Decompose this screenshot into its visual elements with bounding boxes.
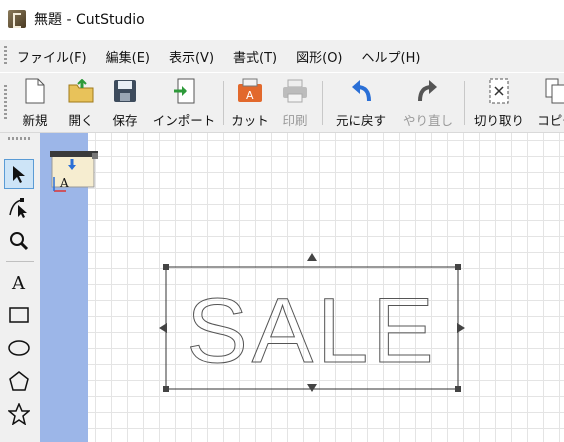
svg-text:A: A bbox=[11, 273, 26, 292]
tool-palette: A bbox=[0, 133, 40, 442]
rectangle-icon bbox=[9, 307, 29, 323]
title-bar: 無題 - CutStudio bbox=[0, 0, 564, 38]
redo-button[interactable]: やり直し bbox=[402, 76, 454, 130]
menu-edit[interactable]: 編集(E) bbox=[106, 47, 150, 66]
menu-object[interactable]: 図形(O) bbox=[296, 47, 342, 66]
new-document-icon bbox=[24, 76, 46, 106]
import-button[interactable]: インポート bbox=[153, 76, 215, 130]
cutstudio-app-icon bbox=[8, 10, 26, 28]
palette-separator bbox=[6, 261, 34, 262]
toolbar-grip[interactable] bbox=[4, 85, 7, 121]
text-a-icon: A bbox=[11, 273, 26, 292]
star-tool[interactable] bbox=[4, 399, 34, 429]
window-title: 無題 - CutStudio bbox=[34, 12, 145, 28]
text-tool[interactable]: A bbox=[4, 267, 34, 297]
undo-arrow-icon bbox=[349, 76, 373, 106]
menu-bar: ファイル(F) 編集(E) 表示(V) 書式(T) 図形(O) ヘルプ(H) bbox=[0, 40, 564, 72]
new-button[interactable]: 新規 bbox=[18, 76, 52, 130]
arrow-pointer-icon bbox=[13, 166, 25, 183]
palette-grip[interactable] bbox=[8, 137, 32, 140]
toolbar-separator bbox=[322, 81, 323, 125]
menu-help[interactable]: ヘルプ(H) bbox=[362, 47, 421, 66]
select-tool[interactable] bbox=[4, 159, 34, 189]
main-toolbar: 新規 開く 保存 インポート A カット 印刷 元に戻す やり直し 切り取り コ… bbox=[0, 73, 564, 133]
selection-layer: SALE bbox=[159, 253, 465, 392]
sale-text-object[interactable]: SALE bbox=[186, 280, 437, 383]
drawing-canvas[interactable]: A SALE bbox=[40, 133, 564, 442]
svg-text:A: A bbox=[246, 89, 254, 102]
cut-button[interactable]: A カット bbox=[231, 76, 269, 130]
copy-button[interactable]: コピー bbox=[536, 76, 564, 130]
menu-file[interactable]: ファイル(F) bbox=[17, 47, 87, 66]
floppy-disk-icon bbox=[113, 76, 137, 106]
ellipse-tool[interactable] bbox=[4, 333, 34, 363]
menubar-grip[interactable] bbox=[4, 46, 7, 66]
handle-bottom-right[interactable] bbox=[455, 386, 461, 392]
handle-left[interactable] bbox=[159, 323, 167, 333]
pentagon-icon bbox=[9, 371, 29, 391]
handle-right[interactable] bbox=[457, 323, 465, 333]
zoom-tool[interactable] bbox=[4, 226, 34, 256]
undo-button[interactable]: 元に戻す bbox=[334, 76, 388, 130]
open-folder-icon bbox=[68, 76, 94, 106]
node-edit-icon bbox=[9, 198, 27, 218]
star-icon bbox=[8, 403, 30, 425]
rectangle-tool[interactable] bbox=[4, 300, 34, 330]
copy-icon bbox=[544, 76, 564, 106]
ellipse-icon bbox=[8, 340, 30, 356]
polygon-tool[interactable] bbox=[4, 366, 34, 396]
handle-top-right[interactable] bbox=[455, 264, 461, 270]
handle-bottom-left[interactable] bbox=[163, 386, 169, 392]
handle-top-left[interactable] bbox=[163, 264, 169, 270]
handle-top[interactable] bbox=[307, 253, 317, 261]
trim-button[interactable]: 切り取り bbox=[474, 76, 524, 130]
print-button[interactable]: 印刷 bbox=[280, 76, 310, 130]
node-edit-tool[interactable] bbox=[4, 193, 34, 223]
menu-view[interactable]: 表示(V) bbox=[169, 47, 214, 66]
magnifier-icon bbox=[10, 232, 29, 251]
menu-format[interactable]: 書式(T) bbox=[233, 47, 277, 66]
toolbar-separator bbox=[223, 81, 224, 125]
handle-bottom[interactable] bbox=[307, 384, 317, 392]
save-button[interactable]: 保存 bbox=[108, 76, 142, 130]
import-icon bbox=[172, 76, 196, 106]
cut-device-icon: A bbox=[237, 76, 263, 106]
toolbar-separator bbox=[464, 81, 465, 125]
trim-document-icon bbox=[488, 76, 510, 106]
printer-icon bbox=[282, 76, 308, 106]
open-button[interactable]: 開く bbox=[66, 76, 96, 130]
redo-arrow-icon bbox=[416, 76, 440, 106]
